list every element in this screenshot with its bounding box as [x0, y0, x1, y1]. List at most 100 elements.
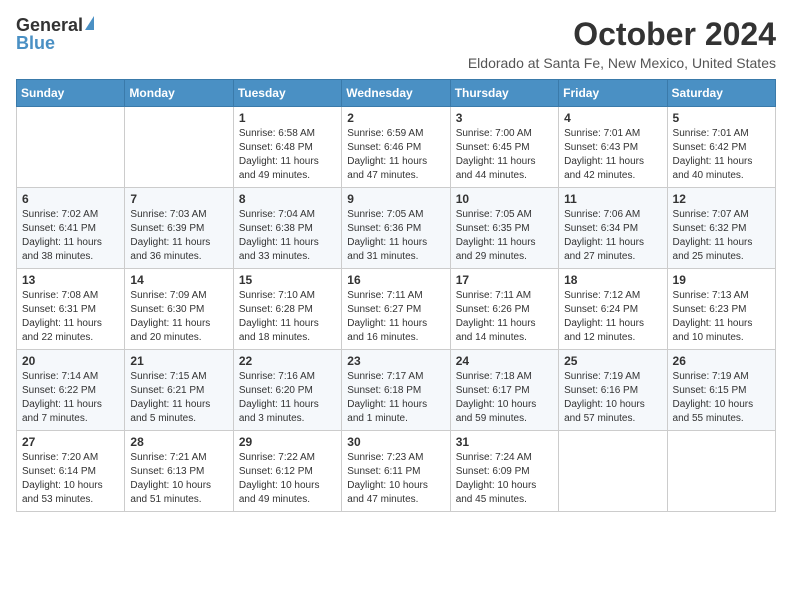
- calendar-cell: 26 Sunrise: 7:19 AM Sunset: 6:15 PM Dayli…: [667, 350, 775, 431]
- day-number: 13: [22, 273, 119, 287]
- day-info: Sunrise: 7:01 AM Sunset: 6:42 PM Dayligh…: [673, 127, 770, 183]
- calendar-cell: 27Sunrise: 7:20 AM Sunset: 6:14 PM Dayli…: [17, 431, 125, 512]
- day-number: 20: [22, 354, 119, 368]
- calendar-day-header: Saturday: [667, 80, 775, 107]
- calendar-cell: 21Sunrise: 7:15 AM Sunset: 6:21 PM Dayli…: [125, 350, 233, 431]
- calendar-cell: 3Sunrise: 7:00 AM Sunset: 6:45 PM Daylig…: [450, 107, 558, 188]
- day-info: Sunrise: 7:17 AM Sunset: 6:18 PM Dayligh…: [347, 370, 444, 426]
- day-info: Sunrise: 7:11 AM Sunset: 6:27 PM Dayligh…: [347, 289, 444, 345]
- logo-general: General: [16, 16, 83, 34]
- calendar-day-header: Wednesday: [342, 80, 450, 107]
- day-number: 4: [564, 111, 661, 125]
- day-info: Sunrise: 7:07 AM Sunset: 6:32 PM Dayligh…: [673, 208, 770, 264]
- calendar-day-header: Sunday: [17, 80, 125, 107]
- calendar-day-header: Thursday: [450, 80, 558, 107]
- calendar-cell: [17, 107, 125, 188]
- day-number: 27: [22, 435, 119, 449]
- calendar-cell: 16 Sunrise: 7:11 AM Sunset: 6:27 PM Dayli…: [342, 269, 450, 350]
- calendar-week-row: 6Sunrise: 7:02 AM Sunset: 6:41 PM Daylig…: [17, 188, 776, 269]
- day-number: 15: [239, 273, 336, 287]
- logo-triangle-icon: [85, 16, 94, 30]
- day-number: 28: [130, 435, 227, 449]
- calendar-cell: 5 Sunrise: 7:01 AM Sunset: 6:42 PM Daylig…: [667, 107, 775, 188]
- title-section: October 2024 Eldorado at Santa Fe, New M…: [468, 16, 776, 71]
- day-info: Sunrise: 7:16 AM Sunset: 6:20 PM Dayligh…: [239, 370, 336, 426]
- day-number: 26: [673, 354, 770, 368]
- calendar-week-row: 13 Sunrise: 7:08 AM Sunset: 6:31 PM Dayli…: [17, 269, 776, 350]
- calendar-cell: 25 Sunrise: 7:19 AM Sunset: 6:16 PM Dayli…: [559, 350, 667, 431]
- day-info: Sunrise: 7:08 AM Sunset: 6:31 PM Dayligh…: [22, 289, 119, 345]
- calendar-cell: 13 Sunrise: 7:08 AM Sunset: 6:31 PM Dayli…: [17, 269, 125, 350]
- day-info: Sunrise: 7:18 AM Sunset: 6:17 PM Dayligh…: [456, 370, 553, 426]
- day-number: 1: [239, 111, 336, 125]
- day-info: Sunrise: 7:09 AM Sunset: 6:30 PM Dayligh…: [130, 289, 227, 345]
- calendar-cell: 14 Sunrise: 7:09 AM Sunset: 6:30 PM Dayli…: [125, 269, 233, 350]
- logo-blue: Blue: [16, 34, 55, 52]
- calendar-cell: 30Sunrise: 7:23 AM Sunset: 6:11 PM Dayli…: [342, 431, 450, 512]
- calendar-cell: 19 Sunrise: 7:13 AM Sunset: 6:23 PM Dayli…: [667, 269, 775, 350]
- day-number: 29: [239, 435, 336, 449]
- month-title: October 2024: [468, 16, 776, 53]
- day-info: Sunrise: 7:14 AM Sunset: 6:22 PM Dayligh…: [22, 370, 119, 426]
- day-number: 8: [239, 192, 336, 206]
- page-header: General Blue October 2024 Eldorado at Sa…: [16, 16, 776, 71]
- logo: General Blue: [16, 16, 94, 52]
- day-number: 9: [347, 192, 444, 206]
- day-number: 25: [564, 354, 661, 368]
- calendar-cell: 6Sunrise: 7:02 AM Sunset: 6:41 PM Daylig…: [17, 188, 125, 269]
- day-info: Sunrise: 7:24 AM Sunset: 6:09 PM Dayligh…: [456, 451, 553, 507]
- day-info: Sunrise: 7:19 AM Sunset: 6:15 PM Dayligh…: [673, 370, 770, 426]
- calendar-day-header: Monday: [125, 80, 233, 107]
- calendar-cell: 7 Sunrise: 7:03 AM Sunset: 6:39 PM Daylig…: [125, 188, 233, 269]
- day-info: Sunrise: 7:04 AM Sunset: 6:38 PM Dayligh…: [239, 208, 336, 264]
- day-info: Sunrise: 7:01 AM Sunset: 6:43 PM Dayligh…: [564, 127, 661, 183]
- calendar-cell: 15 Sunrise: 7:10 AM Sunset: 6:28 PM Dayli…: [233, 269, 341, 350]
- day-number: 12: [673, 192, 770, 206]
- day-info: Sunrise: 7:05 AM Sunset: 6:36 PM Dayligh…: [347, 208, 444, 264]
- location-subtitle: Eldorado at Santa Fe, New Mexico, United…: [468, 55, 776, 71]
- day-info: Sunrise: 7:03 AM Sunset: 6:39 PM Dayligh…: [130, 208, 227, 264]
- day-info: Sunrise: 7:06 AM Sunset: 6:34 PM Dayligh…: [564, 208, 661, 264]
- calendar-cell: [667, 431, 775, 512]
- calendar-cell: 23 Sunrise: 7:17 AM Sunset: 6:18 PM Dayli…: [342, 350, 450, 431]
- calendar-cell: 24 Sunrise: 7:18 AM Sunset: 6:17 PM Dayli…: [450, 350, 558, 431]
- day-number: 2: [347, 111, 444, 125]
- calendar-cell: 17Sunrise: 7:11 AM Sunset: 6:26 PM Dayli…: [450, 269, 558, 350]
- day-number: 7: [130, 192, 227, 206]
- day-number: 31: [456, 435, 553, 449]
- calendar-day-header: Friday: [559, 80, 667, 107]
- day-number: 22: [239, 354, 336, 368]
- day-number: 23: [347, 354, 444, 368]
- day-number: 16: [347, 273, 444, 287]
- day-number: 30: [347, 435, 444, 449]
- calendar-cell: 31 Sunrise: 7:24 AM Sunset: 6:09 PM Dayli…: [450, 431, 558, 512]
- calendar-cell: 11 Sunrise: 7:06 AM Sunset: 6:34 PM Dayli…: [559, 188, 667, 269]
- calendar-cell: 10 Sunrise: 7:05 AM Sunset: 6:35 PM Dayli…: [450, 188, 558, 269]
- day-info: Sunrise: 7:13 AM Sunset: 6:23 PM Dayligh…: [673, 289, 770, 345]
- calendar-header-row: SundayMondayTuesdayWednesdayThursdayFrid…: [17, 80, 776, 107]
- calendar-cell: 28 Sunrise: 7:21 AM Sunset: 6:13 PM Dayli…: [125, 431, 233, 512]
- calendar-cell: 18Sunrise: 7:12 AM Sunset: 6:24 PM Dayli…: [559, 269, 667, 350]
- day-number: 11: [564, 192, 661, 206]
- calendar-cell: 20 Sunrise: 7:14 AM Sunset: 6:22 PM Dayli…: [17, 350, 125, 431]
- day-info: Sunrise: 7:21 AM Sunset: 6:13 PM Dayligh…: [130, 451, 227, 507]
- calendar-cell: 22 Sunrise: 7:16 AM Sunset: 6:20 PM Dayli…: [233, 350, 341, 431]
- day-number: 10: [456, 192, 553, 206]
- calendar-cell: 2Sunrise: 6:59 AM Sunset: 6:46 PM Daylig…: [342, 107, 450, 188]
- day-info: Sunrise: 7:22 AM Sunset: 6:12 PM Dayligh…: [239, 451, 336, 507]
- calendar-table: SundayMondayTuesdayWednesdayThursdayFrid…: [16, 79, 776, 512]
- calendar-cell: [559, 431, 667, 512]
- day-number: 14: [130, 273, 227, 287]
- day-number: 5: [673, 111, 770, 125]
- day-info: Sunrise: 7:10 AM Sunset: 6:28 PM Dayligh…: [239, 289, 336, 345]
- day-info: Sunrise: 7:19 AM Sunset: 6:16 PM Dayligh…: [564, 370, 661, 426]
- calendar-cell: 1 Sunrise: 6:58 AM Sunset: 6:48 PM Daylig…: [233, 107, 341, 188]
- day-number: 24: [456, 354, 553, 368]
- day-info: Sunrise: 6:58 AM Sunset: 6:48 PM Dayligh…: [239, 127, 336, 183]
- calendar-week-row: 27Sunrise: 7:20 AM Sunset: 6:14 PM Dayli…: [17, 431, 776, 512]
- day-info: Sunrise: 7:05 AM Sunset: 6:35 PM Dayligh…: [456, 208, 553, 264]
- calendar-cell: 12 Sunrise: 7:07 AM Sunset: 6:32 PM Dayli…: [667, 188, 775, 269]
- day-number: 19: [673, 273, 770, 287]
- day-info: Sunrise: 7:12 AM Sunset: 6:24 PM Dayligh…: [564, 289, 661, 345]
- calendar-cell: 29 Sunrise: 7:22 AM Sunset: 6:12 PM Dayli…: [233, 431, 341, 512]
